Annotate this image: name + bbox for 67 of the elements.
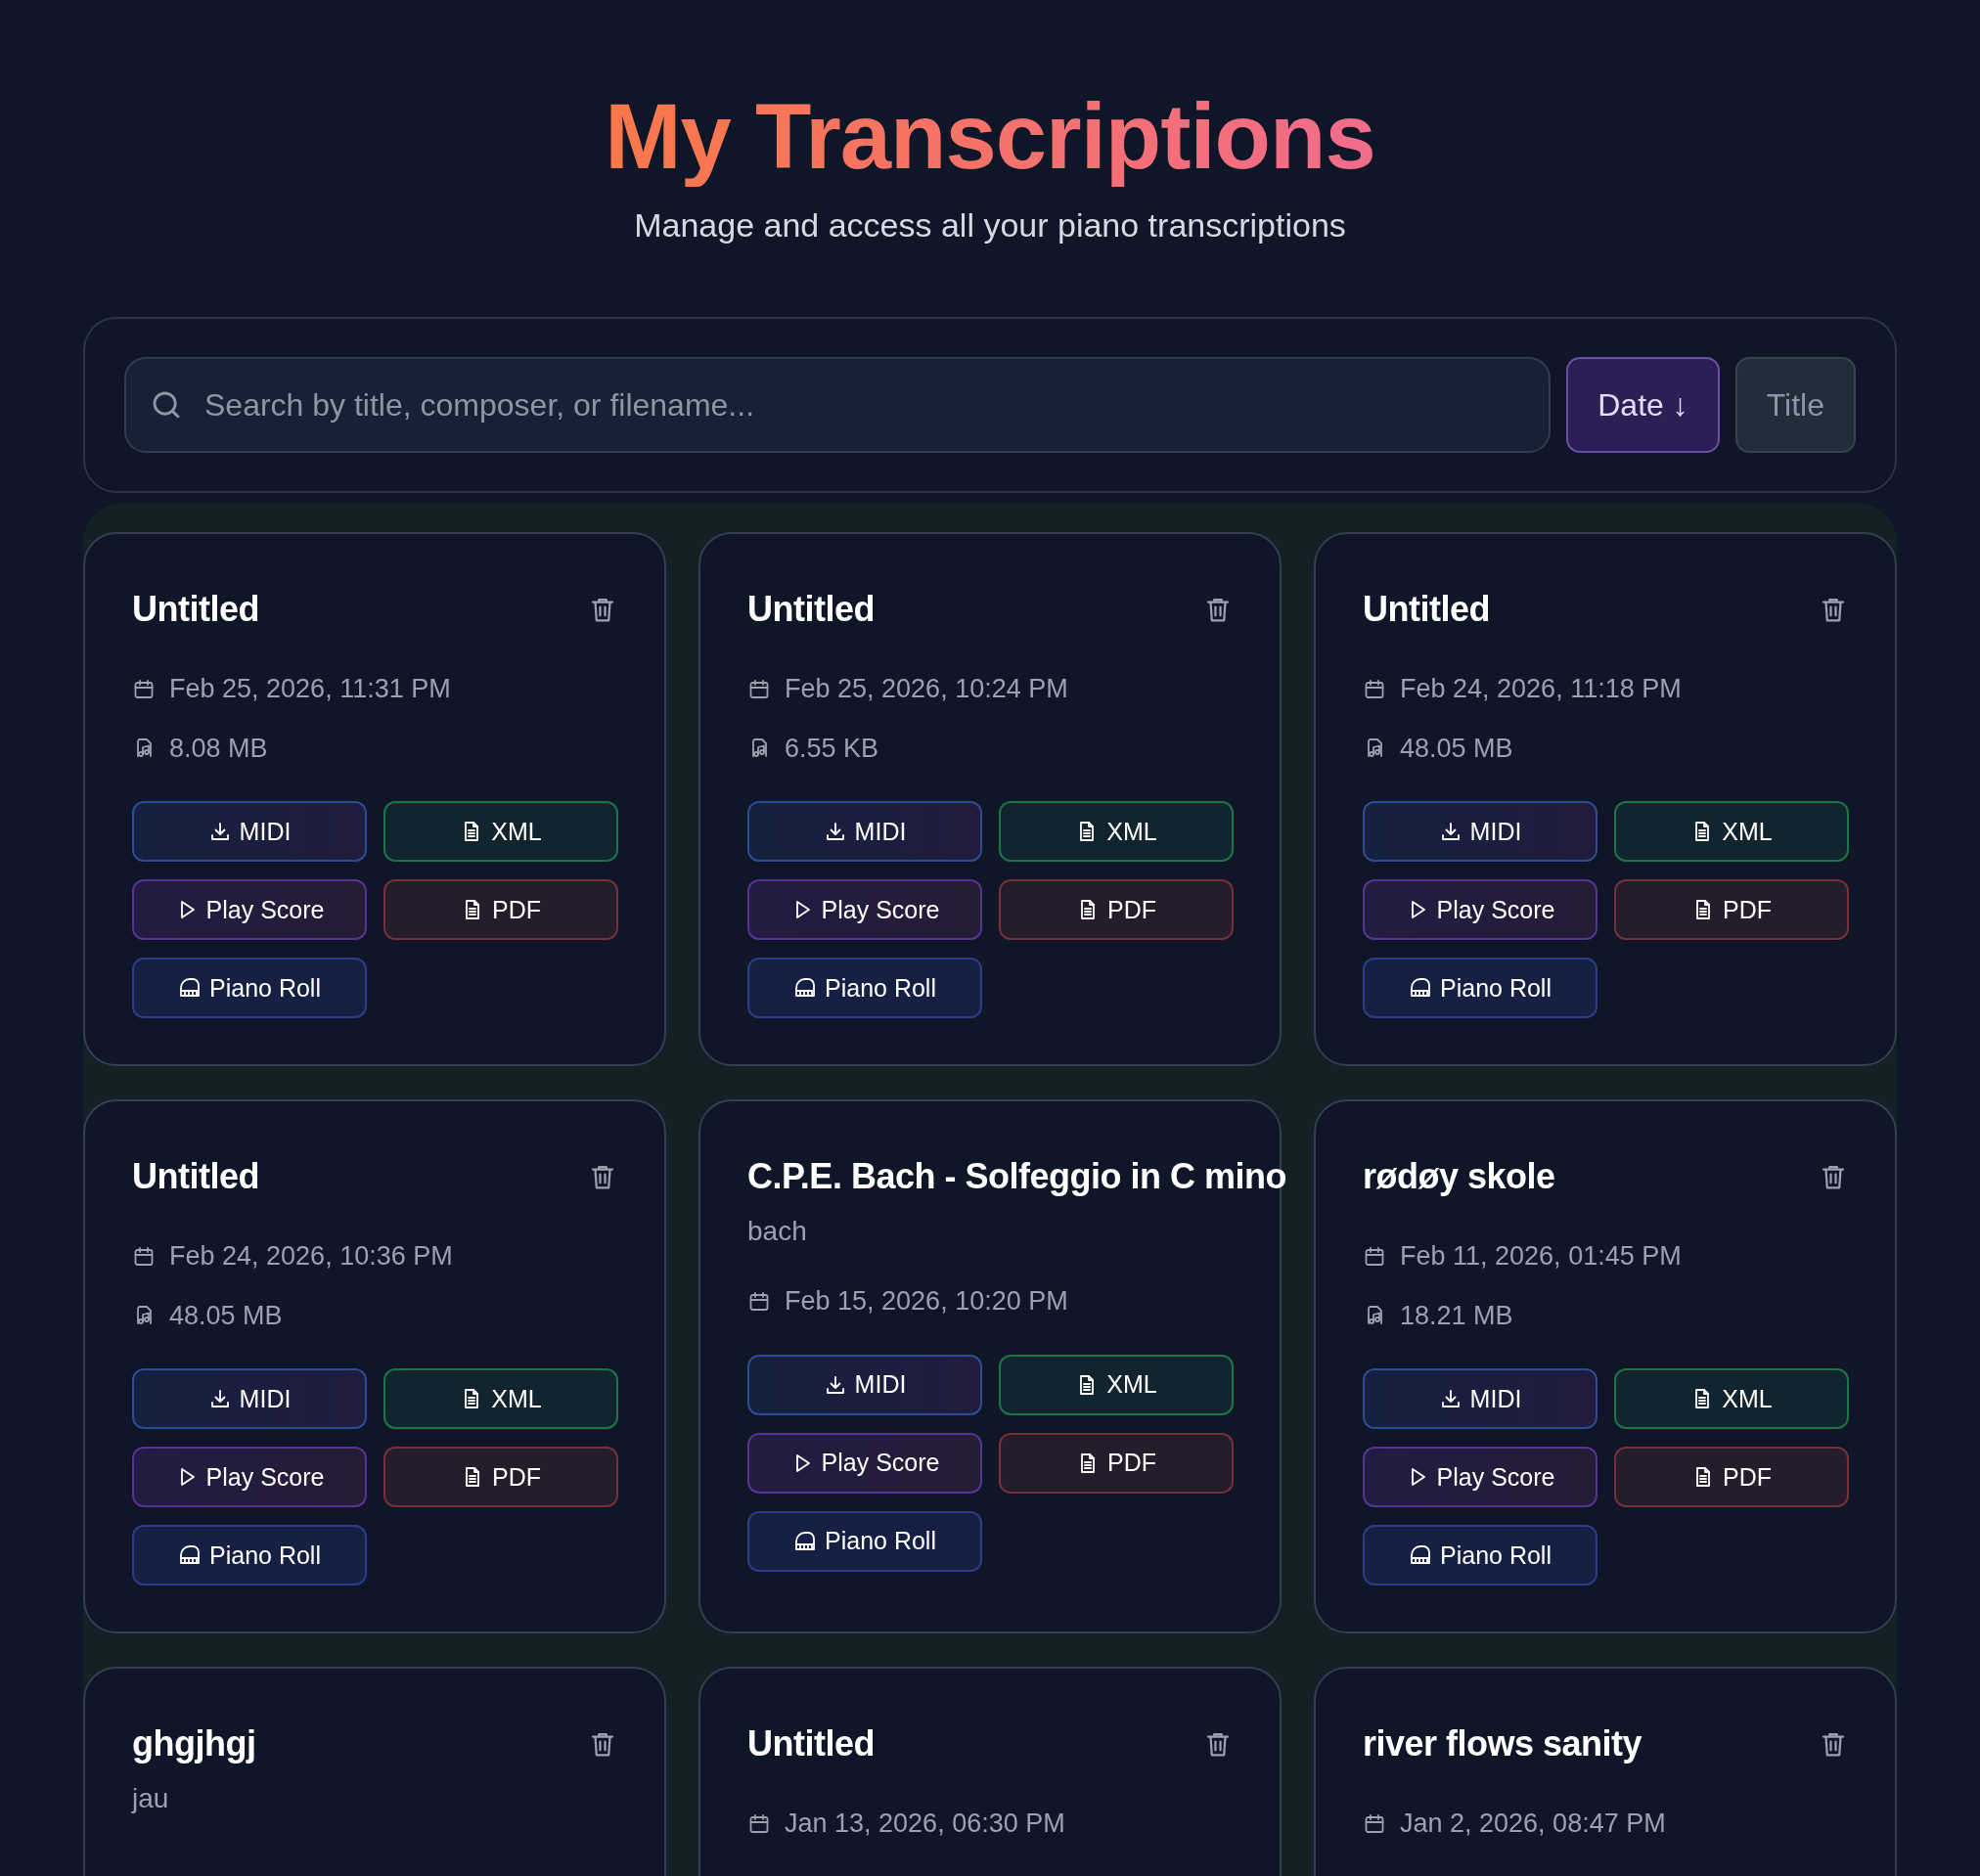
date-text: Feb 25, 2026, 10:24 PM [785, 673, 1068, 706]
file-size-text: 6.55 KB [785, 732, 879, 765]
card-title: Untitled [132, 1155, 259, 1199]
midi-button[interactable]: MIDI [747, 1354, 982, 1415]
play-score-button[interactable]: Play Score [132, 879, 367, 941]
card-title: river flows sanity [1363, 1722, 1642, 1766]
file-size-text: 48.05 MB [169, 1299, 283, 1332]
date-text: Feb 15, 2026, 10:20 PM [785, 1285, 1068, 1318]
piano-roll-button[interactable]: Piano Roll [132, 958, 367, 1019]
play-score-button[interactable]: Play Score [1363, 879, 1598, 941]
piano-roll-button[interactable]: Piano Roll [1363, 958, 1598, 1019]
pdf-button[interactable]: PDF [1614, 1447, 1849, 1508]
pdf-button[interactable]: PDF [999, 1432, 1234, 1494]
file-size-text: 8.08 MB [169, 732, 268, 765]
midi-button[interactable]: MIDI [132, 1368, 367, 1430]
xml-button[interactable]: XML [999, 1354, 1234, 1415]
piano-roll-button[interactable]: Piano Roll [747, 958, 982, 1019]
search-field[interactable]: Search by title, composer, or filename... [124, 357, 1552, 454]
date-text: Feb 24, 2026, 11:18 PM [1400, 673, 1682, 706]
calendar-icon [747, 1811, 771, 1836]
date-text: Feb 24, 2026, 10:36 PM [169, 1240, 453, 1273]
pdf-button[interactable]: PDF [999, 879, 1234, 941]
piano-roll-button[interactable]: Piano Roll [1363, 1525, 1598, 1586]
calendar-icon [132, 1244, 156, 1269]
pdf-button[interactable]: PDF [383, 879, 618, 941]
composer-name: bach [747, 1215, 808, 1249]
card-title: rødøy skole [1363, 1155, 1555, 1199]
xml-button[interactable]: XML [1614, 1368, 1849, 1430]
calendar-icon [1363, 1811, 1386, 1836]
piano-icon [793, 1529, 817, 1553]
composer-name: jau [132, 1782, 170, 1816]
card-title: ghgjhgj [132, 1722, 256, 1766]
sort-button[interactable]: Date ↓ [1566, 357, 1720, 454]
midi-button[interactable]: MIDI [132, 801, 367, 863]
calendar-icon [747, 1289, 771, 1314]
calendar-icon [132, 677, 156, 701]
pdf-button[interactable]: PDF [383, 1447, 618, 1508]
piano-roll-button[interactable]: Piano Roll [747, 1510, 982, 1572]
card-title: C.P.E. Bach - Solfeggio in C mino [747, 1155, 1286, 1199]
file-size-text: 48.05 MB [1400, 732, 1513, 765]
card-title: Untitled [747, 588, 875, 632]
date-text: Feb 25, 2026, 11:31 PM [169, 673, 451, 706]
play-score-button[interactable]: Play Score [747, 879, 982, 941]
calendar-icon [747, 677, 771, 701]
calendar-icon [1363, 677, 1386, 701]
file-size-text: 18.21 MB [1400, 1299, 1513, 1332]
card-title: Untitled [1363, 588, 1490, 632]
card-title: Untitled [132, 588, 259, 632]
xml-button[interactable]: XML [383, 801, 618, 863]
date-text: Jan 13, 2026, 06:30 PM [785, 1808, 1065, 1841]
midi-button[interactable]: MIDI [1363, 801, 1598, 863]
xml-button[interactable]: XML [999, 801, 1234, 863]
xml-button[interactable]: XML [383, 1368, 618, 1430]
date-text: Jan 2, 2026, 08:47 PM [1400, 1808, 1666, 1841]
date-text: Feb 11, 2026, 01:45 PM [1400, 1240, 1682, 1273]
piano-roll-button[interactable]: Piano Roll [132, 1525, 367, 1586]
page-subtitle: Manage and access all your piano transcriptions [633, 205, 1347, 246]
midi-button[interactable]: MIDI [747, 801, 982, 863]
play-score-button[interactable]: Play Score [747, 1432, 982, 1494]
sort-button[interactable]: Title [1734, 357, 1856, 454]
pdf-button[interactable]: PDF [1614, 879, 1849, 941]
xml-button[interactable]: XML [1614, 801, 1849, 863]
play-score-button[interactable]: Play Score [1363, 1447, 1598, 1508]
card-title: Untitled [747, 1722, 875, 1766]
midi-button[interactable]: MIDI [1363, 1368, 1598, 1430]
calendar-icon [1363, 1244, 1386, 1269]
play-score-button[interactable]: Play Score [132, 1447, 367, 1508]
